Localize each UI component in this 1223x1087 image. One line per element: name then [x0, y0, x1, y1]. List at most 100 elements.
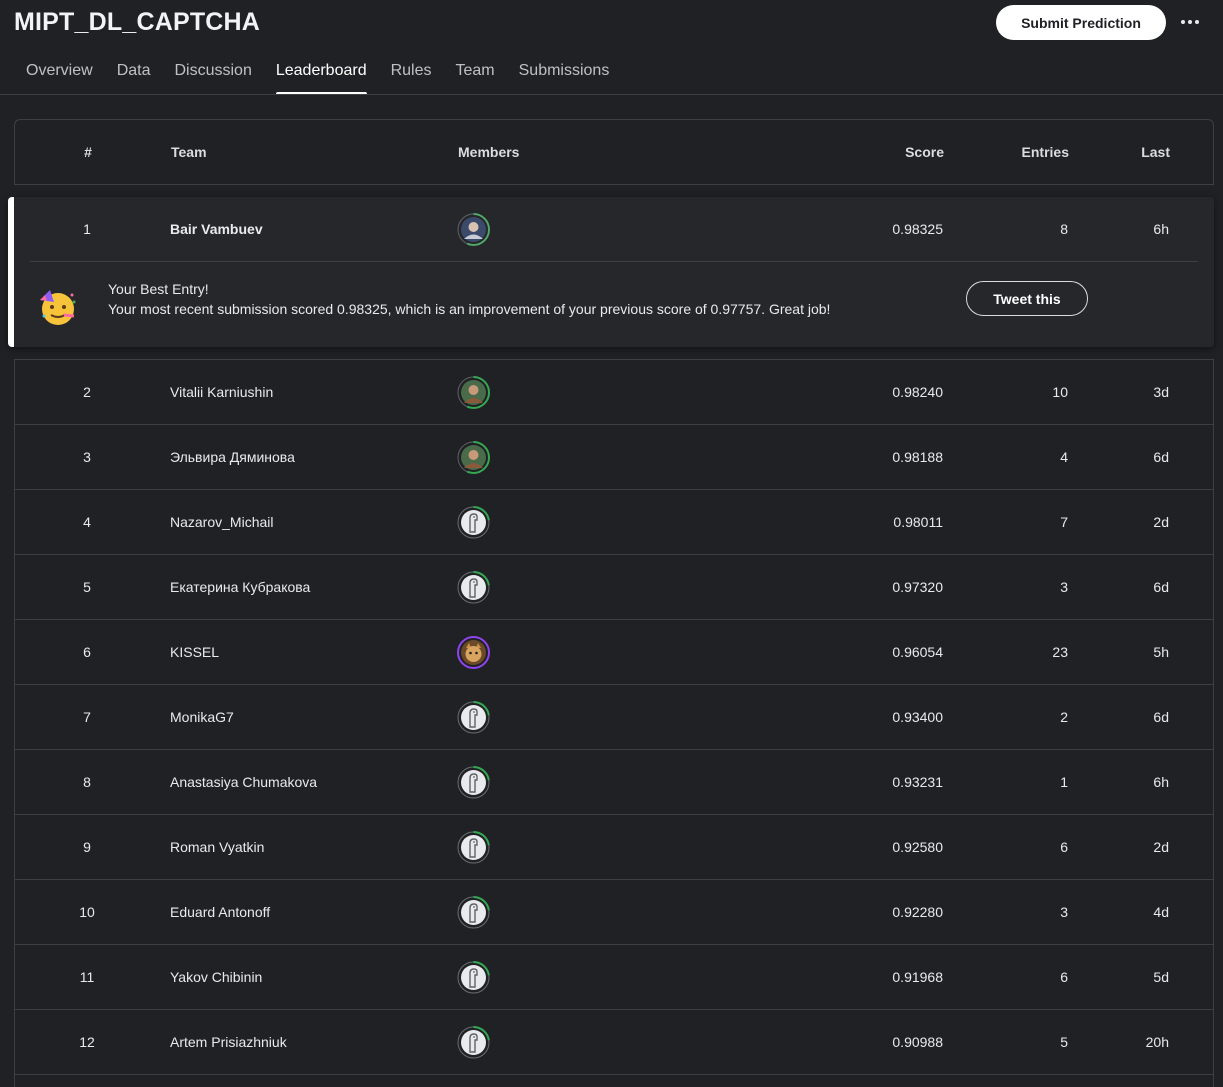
row-last: 4d — [1153, 904, 1169, 920]
tweet-button[interactable]: Tweet this — [966, 281, 1088, 316]
submit-prediction-button[interactable]: Submit Prediction — [996, 5, 1166, 40]
row-last: 6d — [1153, 579, 1169, 595]
row-team-name[interactable]: KISSEL — [170, 620, 219, 685]
table-row[interactable]: 8 Anastasiya Chumakova 0.93231 1 6h — [14, 750, 1214, 815]
row-last: 20h — [1145, 1034, 1169, 1050]
row-last: 6d — [1153, 449, 1169, 465]
member-avatar-default — [457, 831, 490, 864]
row-rank: 9 — [83, 839, 91, 855]
row-entries: 6 — [1060, 969, 1068, 985]
avatar[interactable] — [457, 571, 490, 604]
avatar[interactable] — [457, 961, 490, 994]
table-row[interactable]: 10 Eduard Antonoff 0.92280 3 4d — [14, 880, 1214, 945]
competition-tabs: Overview Data Discussion Leaderboard Rul… — [14, 58, 621, 95]
tab-discussion[interactable]: Discussion — [162, 58, 263, 95]
table-row[interactable]: 3 Эльвира Дяминова 0.98188 4 6d — [14, 425, 1214, 490]
row-team-name[interactable]: Eduard Antonoff — [170, 880, 270, 945]
row-rank: 12 — [79, 1034, 95, 1050]
avatar[interactable] — [457, 831, 490, 864]
member-avatar-default — [457, 766, 490, 799]
header-rank[interactable]: # — [15, 120, 161, 184]
row-entries: 3 — [1060, 579, 1068, 595]
row-entries: 10 — [1052, 384, 1068, 400]
member-avatar-photo — [457, 441, 490, 474]
row-entries: 8 — [1060, 221, 1068, 237]
member-avatar-default — [457, 961, 490, 994]
member-avatar-default — [457, 701, 490, 734]
header-members: Members — [458, 144, 520, 160]
member-avatar-cat — [457, 636, 490, 669]
row-score: 0.98240 — [892, 384, 943, 400]
row-team-name[interactable]: Nazarov_Michail — [170, 490, 273, 555]
row-team-name[interactable]: Roman Vyatkin — [170, 815, 264, 880]
row-entries: 2 — [1060, 709, 1068, 725]
table-row-own[interactable]: 1 Bair Vambuev 0.98325 8 6h — [14, 197, 1214, 262]
row-last: 5d — [1153, 969, 1169, 985]
party-face-icon — [40, 290, 76, 325]
row-entries: 3 — [1060, 904, 1068, 920]
table-row[interactable]: 12 Artem Prisiazhniuk 0.90988 5 20h — [14, 1010, 1214, 1075]
row-rank: 7 — [83, 709, 91, 725]
tab-leaderboard[interactable]: Leaderboard — [264, 58, 379, 95]
avatar[interactable] — [457, 896, 490, 929]
row-team-name[interactable]: Anastasiya Chumakova — [170, 750, 317, 815]
row-team-name[interactable]: Vitalii Karniushin — [170, 360, 273, 425]
row-score: 0.98188 — [892, 449, 943, 465]
row-rank: 3 — [83, 449, 91, 465]
table-row[interactable]: 9 Roman Vyatkin 0.92580 6 2d — [14, 815, 1214, 880]
table-row[interactable]: 5 Екатерина Кубракова 0.97320 3 6d — [14, 555, 1214, 620]
more-options-icon[interactable] — [1176, 8, 1204, 36]
member-avatar-photo — [457, 376, 490, 409]
header-score[interactable]: Score — [744, 120, 944, 184]
row-last: 6h — [1153, 774, 1169, 790]
row-last: 2d — [1153, 514, 1169, 530]
leaderboard-header: # Team Members Score Entries Last — [14, 119, 1214, 185]
member-avatar-default — [457, 506, 490, 539]
avatar[interactable] — [457, 701, 490, 734]
header-entries[interactable]: Entries — [969, 120, 1069, 184]
tab-rules[interactable]: Rules — [379, 58, 444, 95]
row-rank: 6 — [83, 644, 91, 660]
table-row[interactable]: 7 MonikaG7 0.93400 2 6d — [14, 685, 1214, 750]
avatar[interactable] — [457, 441, 490, 474]
avatar[interactable] — [457, 766, 490, 799]
tab-team[interactable]: Team — [444, 58, 507, 95]
row-team-name[interactable]: Екатерина Кубракова — [170, 555, 310, 620]
row-entries: 5 — [1060, 1034, 1068, 1050]
row-rank: 10 — [79, 904, 95, 920]
row-team-name[interactable]: Bair Vambuev — [170, 197, 263, 262]
row-rank: 1 — [83, 221, 91, 237]
avatar[interactable] — [457, 636, 490, 669]
table-row[interactable]: 2 Vitalii Karniushin 0.98240 10 3d — [14, 360, 1214, 425]
member-avatar-default — [457, 896, 490, 929]
table-row[interactable]: 11 Yakov Chibinin 0.91968 6 5d — [14, 945, 1214, 1010]
row-score: 0.93231 — [892, 774, 943, 790]
row-rank: 4 — [83, 514, 91, 530]
avatar[interactable] — [457, 1026, 490, 1059]
row-team-name[interactable]: Artem Prisiazhniuk — [170, 1010, 287, 1075]
member-avatar-default — [457, 571, 490, 604]
row-entries: 4 — [1060, 449, 1068, 465]
header-last[interactable]: Last — [1095, 120, 1170, 184]
row-score: 0.98325 — [892, 221, 943, 237]
avatar[interactable] — [457, 213, 490, 246]
row-score: 0.93400 — [892, 709, 943, 725]
tab-data[interactable]: Data — [105, 58, 163, 95]
avatar[interactable] — [457, 506, 490, 539]
tab-submissions[interactable]: Submissions — [507, 58, 622, 95]
row-entries: 23 — [1052, 644, 1068, 660]
row-team-name[interactable]: MonikaG7 — [170, 685, 234, 750]
row-team-name[interactable]: Yakov Chibinin — [170, 945, 262, 1010]
avatar[interactable] — [457, 376, 490, 409]
row-team-name[interactable]: Эльвира Дяминова — [170, 425, 295, 490]
table-row[interactable]: 4 Nazarov_Michail 0.98011 7 2d — [14, 490, 1214, 555]
header-team[interactable]: Team — [171, 120, 207, 184]
competition-title: MIPT_DL_CAPTCHA — [14, 8, 261, 36]
tab-overview[interactable]: Overview — [14, 58, 105, 95]
row-last: 5h — [1153, 644, 1169, 660]
row-score: 0.92580 — [892, 839, 943, 855]
row-rank: 2 — [83, 384, 91, 400]
table-row[interactable]: 6 KISSEL 0.96054 23 5h — [14, 620, 1214, 685]
row-last: 3d — [1153, 384, 1169, 400]
row-score: 0.97320 — [892, 579, 943, 595]
